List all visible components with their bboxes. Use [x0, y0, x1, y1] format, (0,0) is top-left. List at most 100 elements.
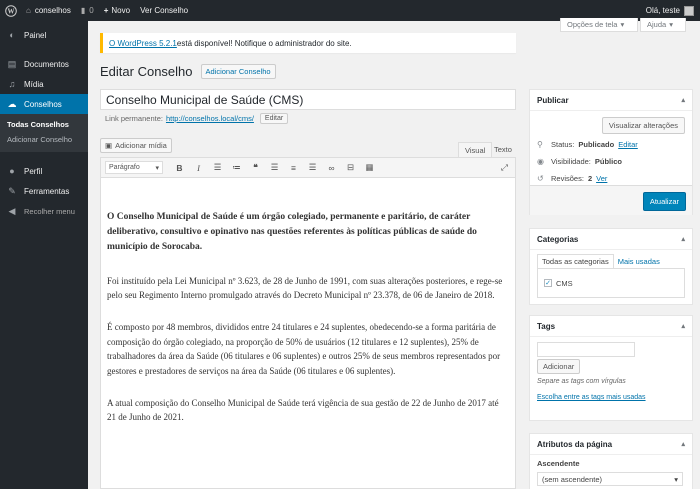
tab-popular-categories[interactable]: Mais usadas	[614, 255, 664, 268]
tags-box-header[interactable]: Tags ▴	[530, 316, 692, 337]
add-tag-button[interactable]: Adicionar	[537, 359, 581, 374]
revisions-browse-link[interactable]: Ver	[596, 174, 607, 183]
chevron-down-icon: ▾	[155, 164, 159, 172]
update-button[interactable]: Atualizar	[642, 192, 686, 211]
update-link[interactable]: O WordPress 5.2.1	[109, 39, 177, 48]
admin-sidebar: ◐ Painel ▤ Documentos ♫ Mídia ☁ Conselho…	[0, 21, 88, 489]
sidebar-item-conselhos[interactable]: ☁ Conselhos	[0, 94, 88, 114]
align-left-button[interactable]: ☰	[266, 161, 283, 175]
add-media-label: Adicionar mídia	[115, 141, 167, 150]
fullscreen-icon: ⤢	[501, 162, 508, 172]
post-editor: Parágrafo ▾ B I ☰ ≔ ❝ ☰ ≡ ☰ ∞ ⊟ ▦ ⤢ O Co…	[100, 157, 516, 489]
permalink-edit-button[interactable]: Editar	[259, 113, 289, 124]
tab-all-categories[interactable]: Todas as categorias	[537, 254, 614, 268]
align-center-button[interactable]: ≡	[285, 161, 302, 175]
editor-content[interactable]: O Conselho Municipal de Saúde é um órgão…	[101, 178, 515, 425]
sidebar-collapse-menu[interactable]: ◀ Recolher menu	[0, 201, 88, 221]
tab-text[interactable]: Texto	[488, 142, 518, 157]
bulleted-list-button[interactable]: ☰	[209, 161, 226, 175]
categories-box: Categorias ▴ Todas as categorias Mais us…	[529, 228, 693, 305]
align-center-icon: ≡	[291, 162, 296, 173]
status-row: ⚲ Status: Publicado Editar	[537, 136, 685, 153]
permalink-row: Link permanente: http://conselhos.local/…	[105, 113, 289, 124]
conselhos-icon: ☁	[7, 98, 17, 109]
toolbar-toggle-button[interactable]: ▦	[361, 161, 378, 175]
read-more-button[interactable]: ⊟	[342, 161, 359, 175]
category-tabs: Todas as categorias Mais usadas	[537, 254, 685, 268]
submenu-item-todas[interactable]: Todas Conselhos	[0, 117, 88, 132]
tools-icon: ✎	[8, 185, 16, 196]
chevron-down-icon: ▾	[620, 20, 625, 29]
help-button[interactable]: Ajuda ▾	[640, 18, 686, 32]
view-post-link[interactable]: Ver Conselho	[135, 0, 193, 21]
tags-box-body: Adicionar Separe as tags com vírgulas Es…	[530, 337, 692, 407]
collapse-icon: ◀	[8, 205, 16, 216]
status-label: Status:	[551, 140, 575, 149]
visibility-row: ◉ Visibilidade: Público	[537, 153, 685, 170]
view-label: Ver Conselho	[140, 6, 189, 15]
add-new-button[interactable]: Adicionar Conselho	[200, 64, 276, 79]
screen-options-button[interactable]: Opções de tela ▾	[560, 18, 638, 32]
status-edit-link[interactable]: Editar	[618, 140, 638, 149]
choose-tags-link[interactable]: Escolha entre as tags mais usadas	[537, 394, 685, 401]
categories-box-header[interactable]: Categorias ▴	[530, 229, 692, 250]
sidebar-item-perfil[interactable]: ● Perfil	[0, 161, 88, 181]
new-tag-input[interactable]	[537, 342, 635, 357]
preview-changes-button[interactable]: Visualizar alterações	[601, 117, 685, 134]
submenu-item-adicionar[interactable]: Adicionar Conselho	[0, 132, 88, 147]
tags-box: Tags ▴ Adicionar Separe as tags com vírg…	[529, 315, 693, 421]
site-name-link[interactable]: ⌂ conselhos	[21, 0, 76, 21]
parent-label: Ascendente	[537, 459, 580, 468]
sidebar-item-midia[interactable]: ♫ Mídia	[0, 74, 88, 94]
home-icon: ⌂	[26, 6, 31, 15]
chevron-up-icon: ▴	[681, 97, 685, 104]
numbered-list-icon: ≔	[232, 162, 241, 172]
screen-options-label: Opções de tela	[567, 20, 618, 29]
status-value: Publicado	[578, 140, 615, 149]
content-paragraph: É composto por 48 membros, divididos ent…	[107, 322, 501, 376]
tags-hint: Separe as tags com vírgulas	[537, 378, 626, 385]
svg-text:W: W	[7, 7, 14, 15]
page-attributes-title: Atributos da página	[537, 439, 613, 449]
sidebar-item-painel[interactable]: ◐ Painel	[0, 25, 88, 45]
align-right-button[interactable]: ☰	[304, 161, 321, 175]
page-attributes-box: Atributos da página ▴ Ascendente (sem as…	[529, 433, 693, 489]
blockquote-button[interactable]: ❝	[247, 161, 264, 175]
parent-select[interactable]: (sem ascendente) ▾	[537, 472, 683, 486]
publish-box-header[interactable]: Publicar ▴	[530, 90, 692, 111]
pin-icon: ⚲	[537, 140, 543, 149]
comments-count: 0	[89, 6, 94, 15]
page-attributes-header[interactable]: Atributos da página ▴	[530, 434, 692, 455]
italic-button[interactable]: I	[190, 161, 207, 175]
add-media-button[interactable]: ▣ Adicionar mídia	[100, 138, 172, 153]
categories-box-body: Todas as categorias Mais usadas ✓ CMS	[530, 250, 692, 304]
permalink-label: Link permanente:	[105, 114, 163, 123]
dashboard-icon: ◐	[9, 30, 15, 40]
permalink-url[interactable]: http://conselhos.local/cms/	[166, 114, 254, 123]
profile-icon: ●	[9, 166, 15, 176]
new-content-link[interactable]: + Novo	[99, 0, 135, 21]
comments-link[interactable]: ▮ 0	[76, 0, 99, 21]
numbered-list-button[interactable]: ≔	[228, 161, 245, 175]
fullscreen-button[interactable]: ⤢	[496, 161, 513, 175]
publish-box-title: Publicar	[537, 95, 569, 105]
quote-icon: ❝	[253, 162, 258, 172]
sidebar-item-label: Ferramentas	[24, 186, 70, 196]
site-name: conselhos	[34, 6, 71, 15]
post-title-input[interactable]: Conselho Municipal de Saúde (CMS)	[100, 89, 516, 110]
sidebar-item-documentos[interactable]: ▤ Documentos	[0, 54, 88, 74]
content-paragraph: A atual composição do Conselho Municipal…	[107, 397, 499, 423]
insert-link-button[interactable]: ∞	[323, 161, 340, 175]
kitchen-sink-icon: ▦	[365, 162, 374, 172]
sidebar-item-label: Mídia	[24, 79, 44, 89]
bold-button[interactable]: B	[171, 161, 188, 175]
sidebar-item-ferramentas[interactable]: ✎ Ferramentas	[0, 181, 88, 201]
categories-box-title: Categorias	[537, 234, 579, 244]
my-account[interactable]: Olá, teste	[646, 5, 700, 16]
editor-toolbar: Parágrafo ▾ B I ☰ ≔ ❝ ☰ ≡ ☰ ∞ ⊟ ▦ ⤢	[101, 158, 515, 178]
new-label: Novo	[111, 6, 131, 15]
wordpress-logo-icon[interactable]: W	[0, 0, 21, 21]
category-checkbox[interactable]: ✓	[544, 279, 552, 287]
chevron-up-icon: ▴	[681, 323, 685, 330]
format-select[interactable]: Parágrafo ▾	[105, 161, 163, 174]
